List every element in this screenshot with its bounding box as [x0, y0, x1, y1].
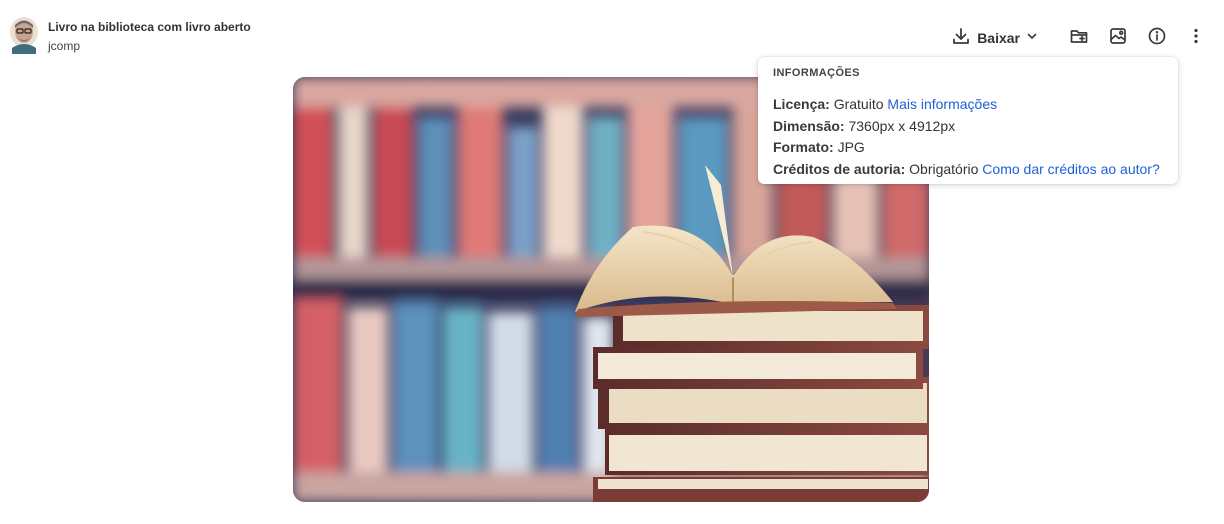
image-collection-icon — [1108, 26, 1128, 51]
author-block: Livro na biblioteca com livro aberto jco… — [8, 16, 251, 54]
chevron-down-icon — [1026, 29, 1038, 47]
more-vertical-icon — [1186, 26, 1206, 51]
info-button[interactable] — [1143, 24, 1171, 52]
collection-button[interactable] — [1104, 24, 1132, 52]
credits-row: Créditos de autoria: Obrigatório Como da… — [773, 159, 1163, 181]
toolbar: Baixar — [945, 24, 1210, 52]
more-options-button[interactable] — [1182, 24, 1210, 52]
author-name[interactable]: jcomp — [48, 39, 251, 54]
license-value: Gratuito — [833, 96, 884, 112]
more-info-link[interactable]: Mais informações — [887, 96, 997, 112]
folder-plus-icon — [1069, 26, 1089, 51]
download-icon — [951, 26, 971, 51]
credits-label: Créditos de autoria: — [773, 160, 906, 177]
format-label: Formato: — [773, 139, 834, 155]
info-icon — [1147, 26, 1167, 51]
credits-value: Obrigatório — [909, 160, 979, 177]
format-value: JPG — [837, 139, 865, 155]
download-button[interactable]: Baixar — [945, 24, 1044, 52]
dimension-value: 7360px x 4912px — [848, 117, 956, 134]
add-to-folder-button[interactable] — [1065, 24, 1093, 52]
image-title: Livro na biblioteca com livro aberto — [48, 20, 251, 34]
format-row: Formato: JPG — [773, 137, 1163, 159]
download-label: Baixar — [977, 30, 1020, 46]
license-label: Licença: — [773, 96, 830, 112]
avatar[interactable] — [8, 16, 40, 54]
credits-help-link[interactable]: Como dar créditos ao autor? — [982, 161, 1159, 177]
dimension-label: Dimensão: — [773, 117, 845, 134]
info-heading: INFORMAÇÕES — [773, 67, 860, 79]
license-row: Licença: Gratuito Mais informações — [773, 94, 1163, 116]
info-popover: INFORMAÇÕES Licença: Gratuito Mais infor… — [758, 57, 1178, 184]
dimension-row: Dimensão: 7360px x 4912px — [773, 116, 1163, 138]
